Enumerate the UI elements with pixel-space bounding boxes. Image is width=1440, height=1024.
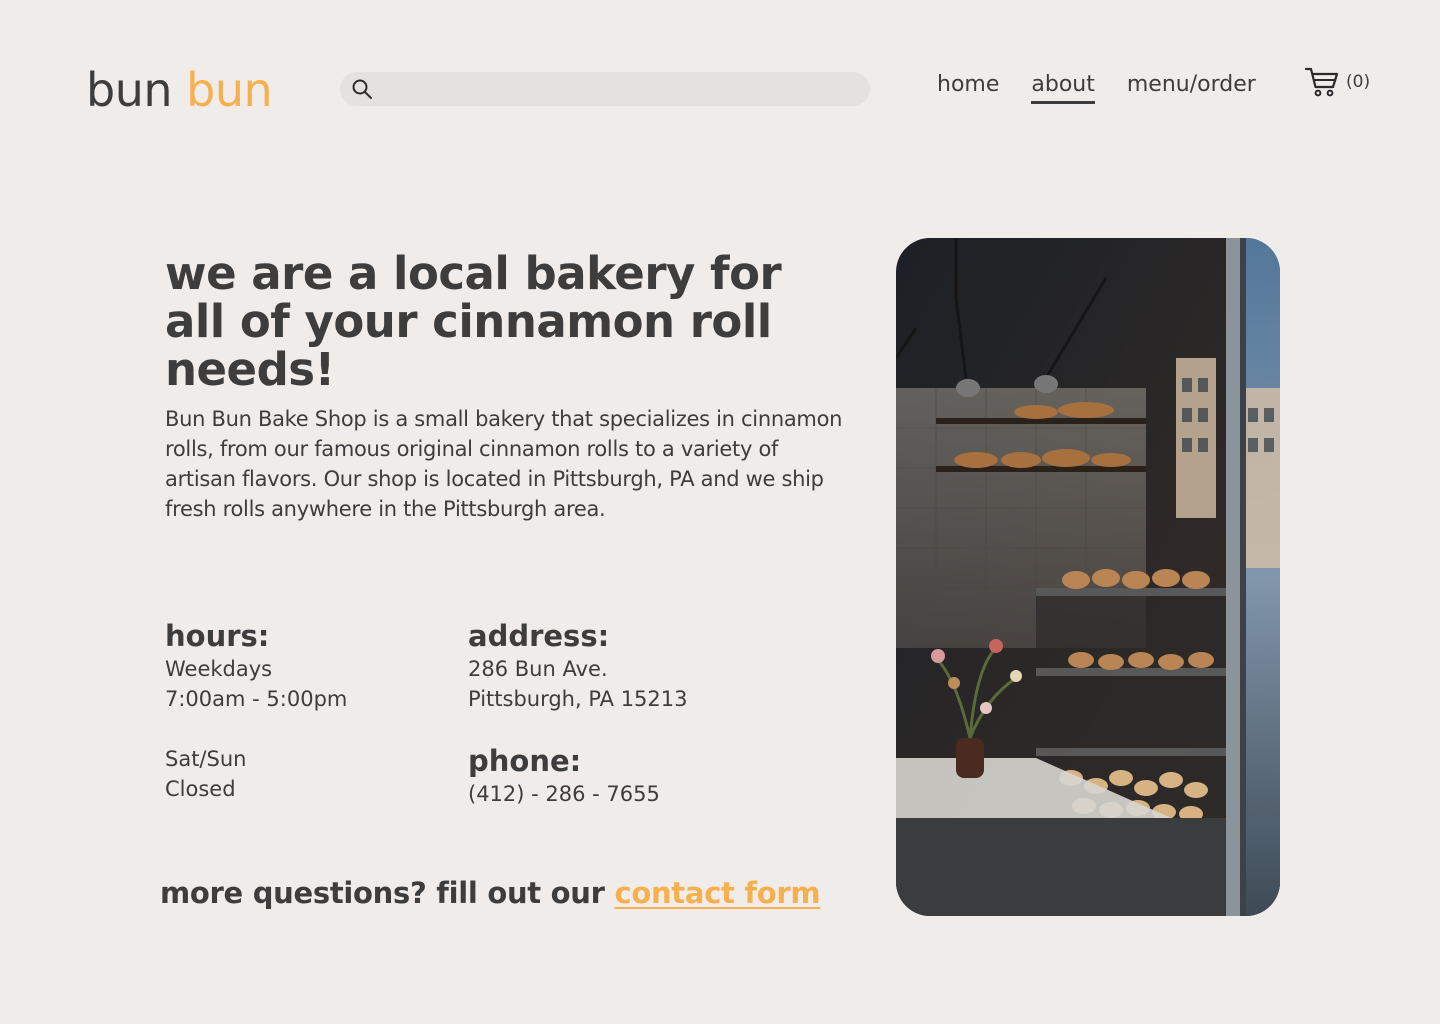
contact-form-link[interactable]: contact form — [614, 876, 820, 910]
nav-home-link[interactable]: home — [937, 70, 999, 104]
address-line-2: Pittsburgh, PA 15213 — [468, 687, 688, 711]
logo-word-1: bun — [86, 63, 173, 117]
logo[interactable]: bun bun — [86, 62, 273, 118]
address-line-1: 286 Bun Ave. — [468, 657, 608, 681]
search-icon[interactable] — [351, 78, 373, 100]
hours-weekdays-label: Weekdays — [165, 657, 273, 681]
contact-prompt: more questions? fill out our contact for… — [160, 874, 880, 912]
address-title: address: — [468, 619, 610, 653]
bakery-storefront-photo — [896, 238, 1280, 916]
phone-section: phone: (412) - 286 - 7655 — [468, 743, 848, 809]
cart-icon[interactable] — [1304, 66, 1340, 98]
cart-button[interactable]: (0) — [1304, 66, 1370, 98]
hours-weekend-status: Closed — [165, 777, 236, 801]
search-input[interactable] — [382, 72, 852, 106]
logo-word-2: bun — [186, 63, 273, 117]
phone-number: (412) - 286 - 7655 — [468, 782, 660, 806]
address-section: address: 286 Bun Ave. Pittsburgh, PA 152… — [468, 618, 848, 714]
page-headline: we are a local bakery for all of your ci… — [165, 247, 782, 396]
hours-section: hours: Weekdays 7:00am - 5:00pm Sat/Sun … — [165, 618, 455, 804]
nav-about-link[interactable]: about — [1031, 70, 1095, 104]
hours-weekend-label: Sat/Sun — [165, 747, 247, 771]
main-nav: home about menu/order — [937, 70, 1288, 104]
nav-menu-order-link[interactable]: menu/order — [1127, 70, 1256, 104]
search-bar[interactable] — [340, 72, 870, 106]
cart-count: (0) — [1346, 72, 1371, 92]
hours-title: hours: — [165, 619, 270, 653]
hours-weekdays-time: 7:00am - 5:00pm — [165, 687, 348, 711]
contact-prefix: more questions? fill out our — [160, 876, 615, 910]
intro-paragraph: Bun Bun Bake Shop is a small bakery that… — [165, 407, 843, 521]
phone-title: phone: — [468, 744, 582, 778]
